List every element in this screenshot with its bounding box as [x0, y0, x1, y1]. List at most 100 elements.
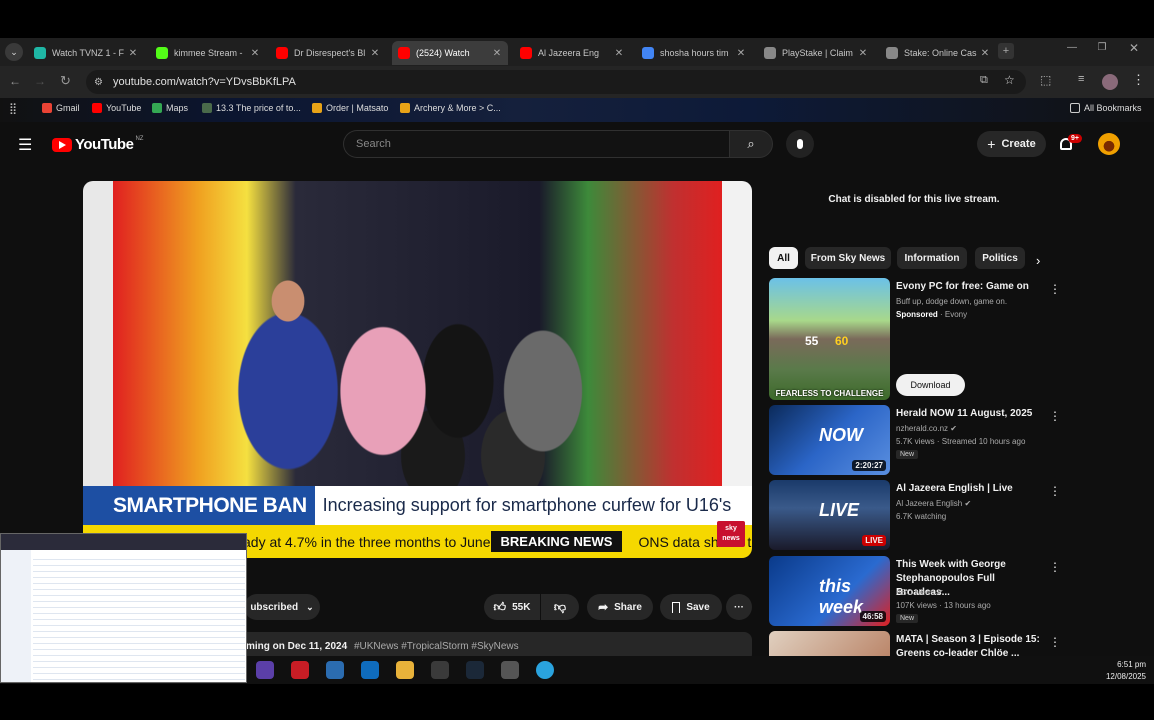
reload-icon[interactable]: ↻ [60, 73, 71, 89]
ad-download-button[interactable]: Download [896, 374, 965, 396]
browser-menu-icon[interactable]: ⋮ [1132, 72, 1145, 88]
tab-close-icon[interactable]: ✕ [248, 48, 262, 59]
video-thumbnail[interactable]: this week 46:58 [769, 556, 890, 626]
tab-close-icon[interactable]: ✕ [856, 48, 870, 59]
filter-chip[interactable]: Politics [975, 247, 1025, 269]
video-thumbnail[interactable]: LIVE LIVE [769, 480, 890, 550]
browser-tab[interactable]: Dr Disrespect's Bl ✕ [270, 41, 386, 65]
extensions-icon[interactable]: ⬚ [1040, 73, 1051, 87]
voice-search-button[interactable] [786, 130, 814, 158]
chips-next-icon[interactable]: › [1036, 253, 1040, 268]
browser-tab[interactable]: shosha hours tim ✕ [636, 41, 752, 65]
guide-menu-icon[interactable]: ☰ [18, 135, 32, 155]
bookmark-star-icon[interactable]: ☆ [1004, 73, 1015, 87]
address-bar[interactable]: ⚙ youtube.com/watch?v=YDvsBbKfLPA [86, 70, 1026, 94]
tab-search-button[interactable]: ⌄ [5, 43, 23, 61]
taskbar-feather-icon[interactable] [431, 661, 449, 679]
sponsored-ad[interactable]: 55 60 FEARLESS TO CHALLENGE Evony PC for… [769, 278, 1069, 400]
filter-chip[interactable]: Information [897, 247, 967, 269]
recommended-video[interactable]: NOW 2:20:27 Herald NOW 11 August, 2025 nzhe… [769, 405, 1069, 475]
ad-thumbnail[interactable]: 55 60 FEARLESS TO CHALLENGE [769, 278, 890, 400]
recommended-video[interactable]: LIVE LIVE Al Jazeera English | Live Al Jaze… [769, 480, 1069, 550]
video-menu-icon[interactable]: ⋮ [1049, 560, 1061, 574]
subscribed-button[interactable]: ubscribed ⌄ [244, 594, 320, 620]
taskbar-store-icon[interactable] [326, 661, 344, 679]
taskbar-steam-icon[interactable] [466, 661, 484, 679]
all-bookmarks-button[interactable]: All Bookmarks [1070, 103, 1142, 113]
profile-avatar[interactable] [1102, 74, 1118, 90]
video-thumbnail[interactable]: NOW 2:20:27 [769, 405, 890, 475]
save-button[interactable]: Save [660, 594, 722, 620]
search-button[interactable]: ⌕ [729, 130, 773, 158]
install-app-icon[interactable]: ⧉ [980, 74, 988, 87]
plus-icon: + [987, 136, 996, 152]
channel-name[interactable]: Al Jazeera English ✔ [896, 498, 971, 510]
thumbs-down-icon: 👎︎ [553, 599, 567, 614]
site-info-icon[interactable]: ⚙ [94, 77, 103, 88]
recommended-video[interactable]: this week 46:58 This Week with George Step… [769, 556, 1069, 626]
maximize-button[interactable]: ❐ [1094, 42, 1110, 53]
bookmark-item[interactable]: YouTube [92, 103, 141, 113]
browser-tab[interactable]: Watch TVNZ 1 - F ✕ [28, 41, 144, 65]
like-button[interactable]: 👍︎ 55K [484, 594, 540, 620]
tab-title: Dr Disrespect's Bl [294, 48, 366, 58]
filter-chip[interactable]: From Sky News [805, 247, 891, 269]
filter-chip[interactable]: All [769, 247, 798, 269]
browser-tab[interactable]: kimmee Stream - ✕ [150, 41, 266, 65]
tab-close-icon[interactable]: ✕ [368, 48, 382, 59]
dislike-button[interactable]: 👎︎ [541, 594, 579, 620]
forward-icon[interactable]: → [34, 74, 46, 88]
video-menu-icon[interactable]: ⋮ [1049, 484, 1061, 498]
video-title[interactable]: MATA | Season 3 | Episode 15: Greens co-… [896, 633, 1046, 656]
search-input[interactable]: Search [356, 138, 391, 150]
description-hashtags[interactable]: #UKNews #TropicalStorm #SkyNews [354, 641, 519, 652]
taskbar-app-icon[interactable] [256, 661, 274, 679]
clock[interactable]: 6:51 pm 12/08/2025 [1090, 659, 1146, 683]
tab-close-icon[interactable]: ✕ [734, 48, 748, 59]
overlay-window-thumbnail[interactable] [0, 533, 247, 683]
youtube-logo[interactable]: YouTube NZ [52, 136, 143, 153]
video-player[interactable]: SMARTPHONE BAN Increasing support for sm… [83, 181, 752, 558]
bookmark-item[interactable]: Gmail [42, 103, 80, 113]
taskbar-settings-icon[interactable] [501, 661, 519, 679]
new-tab-button[interactable]: + [998, 43, 1014, 59]
account-avatar[interactable] [1098, 133, 1120, 155]
back-icon[interactable]: ← [9, 74, 21, 88]
browser-tab[interactable]: (2524) Watch ✕ [392, 41, 508, 65]
browser-tab[interactable]: PlayStake | Claim ✕ [758, 41, 874, 65]
video-thumbnail[interactable] [769, 631, 890, 656]
taskbar-folder-icon[interactable] [396, 661, 414, 679]
channel-name[interactable]: nzherald.co.nz ✔ [896, 423, 957, 435]
recommended-video[interactable]: MATA | Season 3 | Episode 15: Greens co-… [769, 631, 1069, 656]
minimize-button[interactable]: — [1064, 42, 1080, 53]
taskbar-telegram-icon[interactable] [536, 661, 554, 679]
video-menu-icon[interactable]: ⋮ [1049, 635, 1061, 649]
taskbar-flash-icon[interactable] [291, 661, 309, 679]
apps-grid-icon[interactable]: ⣿ [9, 102, 17, 115]
create-button[interactable]: + Create [977, 131, 1046, 157]
video-menu-icon[interactable]: ⋮ [1049, 409, 1061, 423]
ad-menu-icon[interactable]: ⋮ [1049, 282, 1061, 296]
channel-name[interactable]: ABC News ✔ [896, 587, 944, 599]
tab-close-icon[interactable]: ✕ [978, 48, 992, 59]
search-box[interactable]: Search [343, 130, 729, 158]
bookmark-item[interactable]: Maps [152, 103, 188, 113]
video-title[interactable]: Al Jazeera English | Live [896, 482, 1046, 496]
bookmark-item[interactable]: Archery & More > C... [400, 103, 501, 113]
share-button[interactable]: ➦ Share [587, 594, 653, 620]
browser-tab[interactable]: Al Jazeera Eng ✕ [514, 41, 630, 65]
browser-tab[interactable]: Stake: Online Cas ✕ [880, 41, 996, 65]
bookmark-item[interactable]: 13.3 The price of to... [202, 103, 301, 113]
more-actions-button[interactable]: ··· [726, 594, 752, 620]
taskbar-outlook-icon[interactable] [361, 661, 379, 679]
tab-close-icon[interactable]: ✕ [490, 48, 504, 59]
tab-close-icon[interactable]: ✕ [612, 48, 626, 59]
close-window-button[interactable]: ✕ [1126, 41, 1142, 55]
tab-close-icon[interactable]: ✕ [126, 48, 140, 59]
video-title[interactable]: Herald NOW 11 August, 2025 [896, 407, 1046, 421]
notifications-button[interactable]: 9+ [1058, 134, 1082, 154]
description-box[interactable]: ming on Dec 11, 2024 #UKNews #TropicalSt… [236, 632, 752, 656]
media-controls-icon[interactable]: ≡ [1078, 73, 1084, 85]
bookmark-item[interactable]: Order | Matsato [312, 103, 388, 113]
ad-title[interactable]: Evony PC for free: Game on [896, 280, 1046, 294]
